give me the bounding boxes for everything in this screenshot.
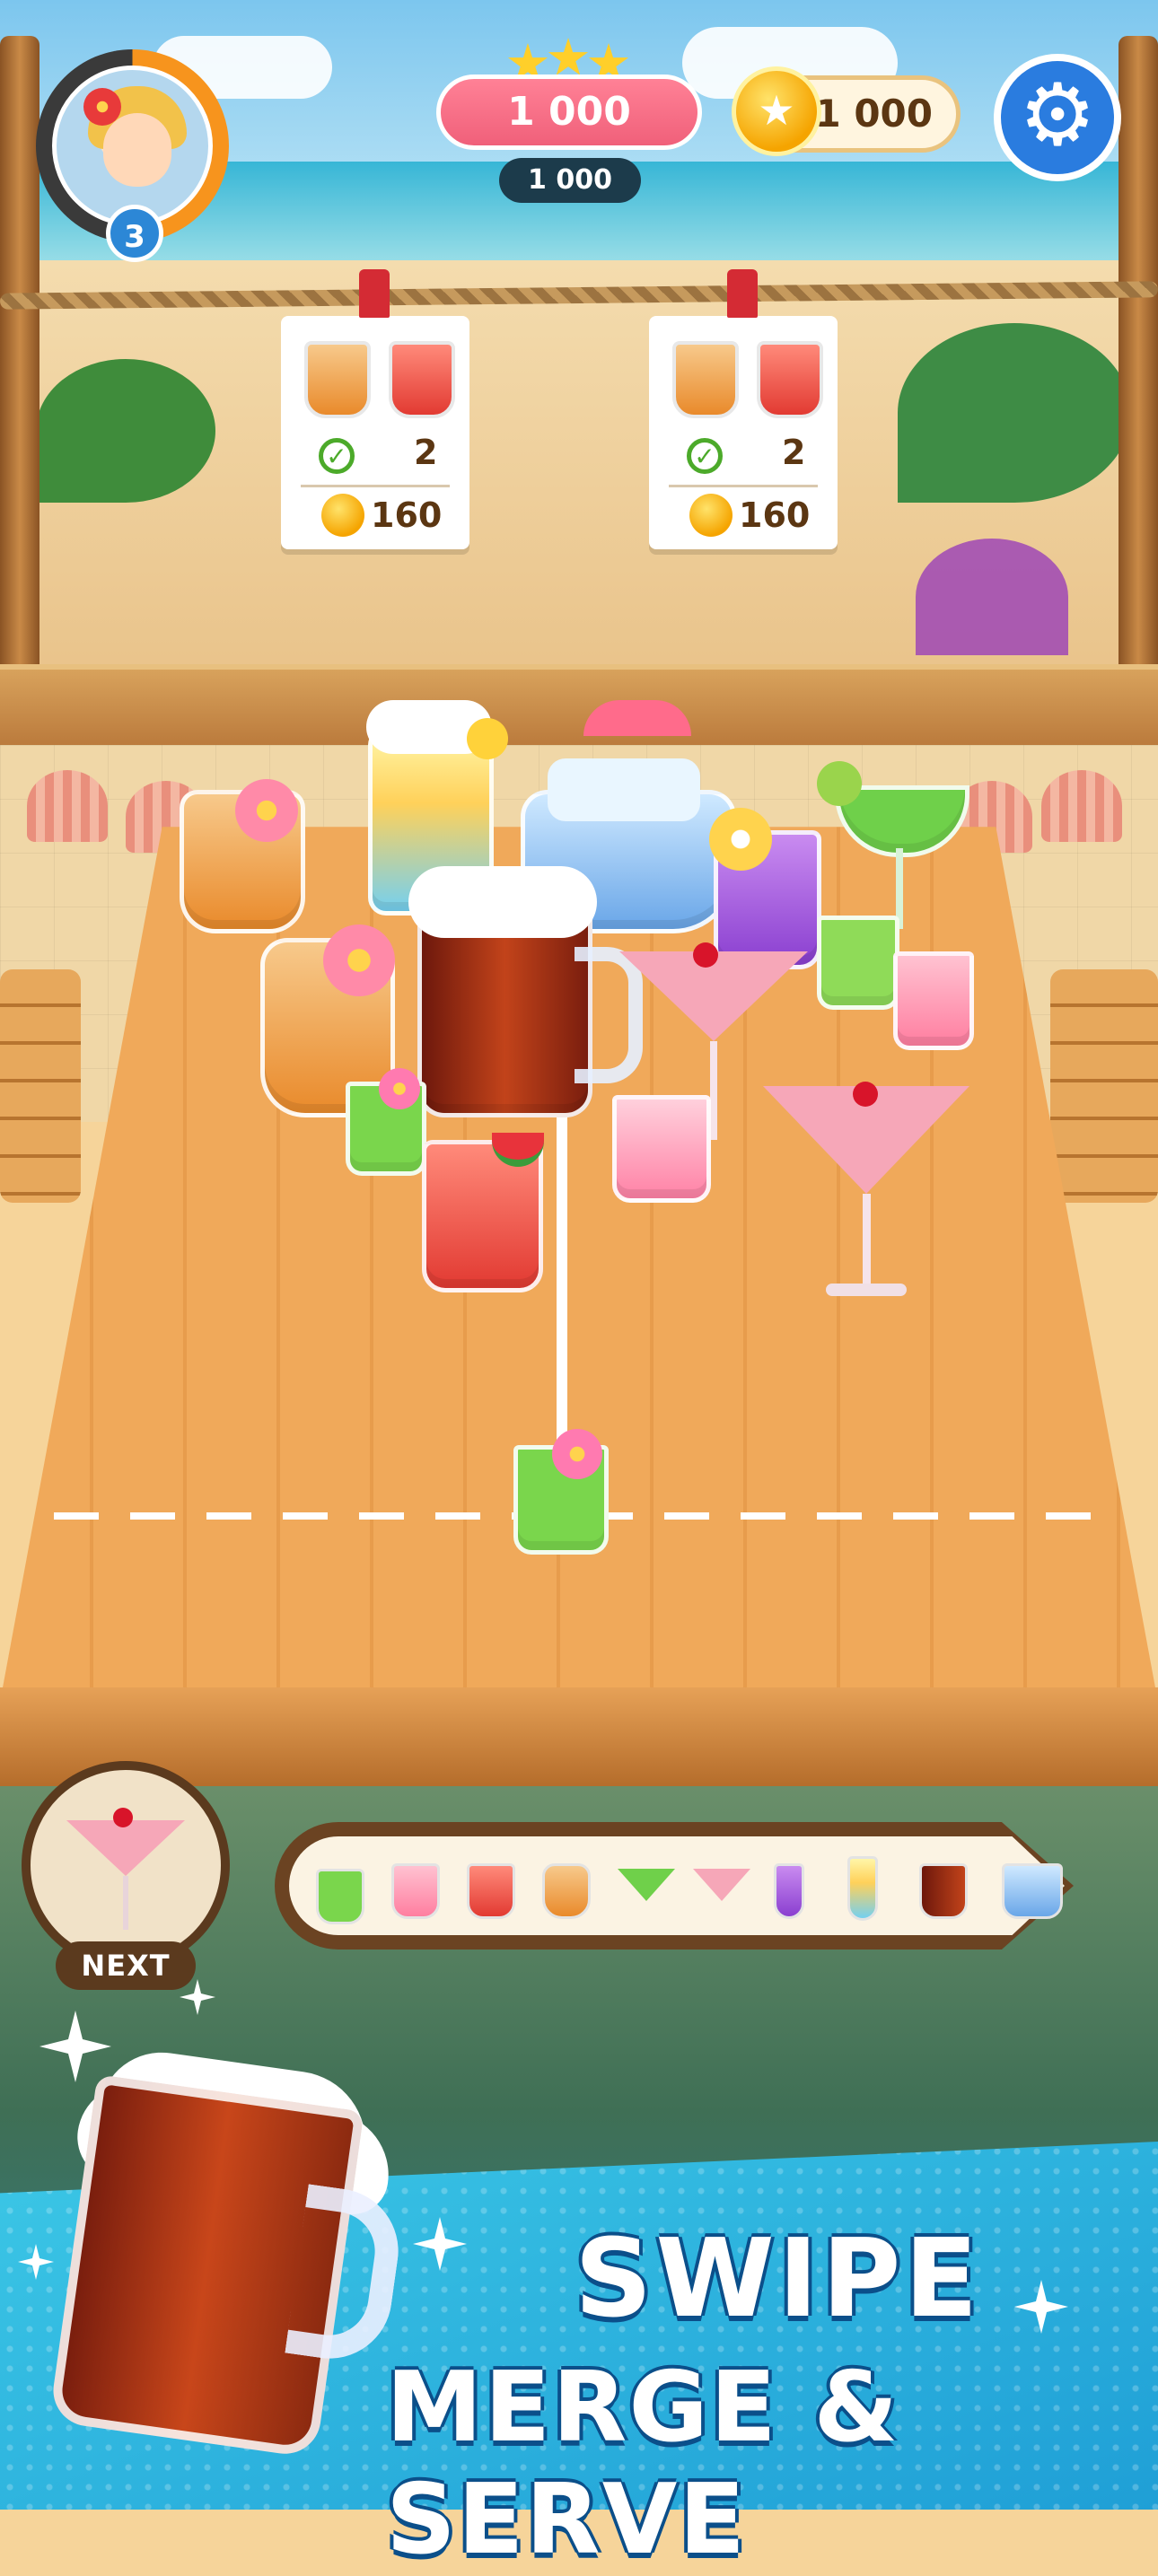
hut-post-left (0, 36, 39, 700)
order-item-tropical-orange-cocktail (672, 341, 739, 418)
cherry-garnish-icon (113, 1808, 133, 1827)
check-icon: ✓ (319, 438, 355, 474)
chain-rainbow-smoothie (847, 1856, 878, 1921)
stool-right (1050, 969, 1158, 1203)
coin-star-icon: ★ (732, 66, 821, 156)
order-item-watermelon-punch (389, 341, 455, 418)
beer-foam (408, 866, 597, 938)
chain-watermelon-punch (467, 1863, 515, 1919)
flower-garnish-icon (552, 1429, 602, 1479)
chain-green-margarita (618, 1869, 675, 1901)
pink-lemonade (612, 1095, 711, 1203)
score-display: 1 000 (436, 74, 702, 150)
flower-garnish-icon (379, 1068, 420, 1109)
purple-plant (916, 539, 1068, 655)
coin-icon (689, 494, 733, 537)
chain-purple-orchid-drink (774, 1863, 804, 1919)
martini-stem (123, 1876, 128, 1930)
stool-left (0, 969, 81, 1203)
order-count: 2 (414, 433, 438, 472)
order-reward: 160 (371, 495, 443, 535)
cherry-garnish-icon (693, 942, 718, 968)
order-count: 2 (782, 433, 806, 472)
settings-button[interactable]: ⚙ (994, 54, 1121, 181)
chain-tropical-orange-cocktail (542, 1863, 591, 1919)
gear-icon: ⚙ (1018, 65, 1097, 165)
chain-pink-cherry-martini (693, 1869, 750, 1901)
hut-post-right (1119, 36, 1158, 700)
hibiscus-garnish-icon (323, 924, 395, 996)
aim-guide-line (557, 1095, 567, 1454)
bush-right (898, 323, 1131, 503)
order-reward: 160 (739, 495, 811, 535)
bar-counter (0, 664, 1158, 750)
order-item-watermelon-punch (757, 341, 823, 418)
level-badge: 3 (106, 205, 163, 262)
bush-left (36, 359, 215, 503)
order-card: ✓ 2 160 (281, 316, 469, 549)
coin-icon (321, 494, 364, 537)
next-label: NEXT (56, 1941, 196, 1990)
clip-icon (359, 269, 390, 318)
chain-green-lime-shot (316, 1869, 364, 1924)
umbrella-garnish-icon (583, 700, 691, 736)
pink-cherry-martini (619, 951, 808, 1041)
table-edge (0, 1687, 1158, 1786)
martini-stem (863, 1194, 871, 1292)
avatar-face (103, 113, 171, 187)
flower-icon (83, 88, 121, 126)
martini-base (826, 1284, 907, 1296)
order-card: ✓ 2 160 (649, 316, 838, 549)
chain-root-beer-mug (919, 1863, 968, 1919)
divider (669, 485, 818, 487)
divider (301, 485, 450, 487)
order-item-tropical-orange-cocktail (304, 341, 371, 418)
avatar[interactable] (52, 66, 213, 226)
cherry-garnish-icon (853, 1082, 878, 1107)
chain-ice-bucket-punch (1002, 1863, 1063, 1919)
lime-garnish-icon (817, 761, 862, 806)
chain-pink-lemonade (391, 1863, 440, 1919)
pink-lemonade (893, 951, 974, 1050)
next-drink-preview (22, 1761, 230, 1969)
banner-subtitle: MERGE & SERVE (386, 2352, 900, 2576)
ice-cubes (548, 758, 700, 821)
seashell-decoration (27, 770, 108, 842)
martini-stem (710, 1041, 717, 1140)
target-score: 1 000 (499, 158, 641, 203)
pineapple-garnish-icon (467, 718, 508, 759)
banner-title: SWIPE (575, 2217, 982, 2342)
clip-icon (727, 269, 758, 318)
orchid-garnish-icon (709, 808, 772, 871)
hibiscus-garnish-icon (235, 779, 298, 842)
green-lime-shot (817, 916, 899, 1010)
pink-cherry-martini (66, 1820, 185, 1876)
seashell-decoration (1041, 770, 1122, 842)
check-icon: ✓ (687, 438, 723, 474)
